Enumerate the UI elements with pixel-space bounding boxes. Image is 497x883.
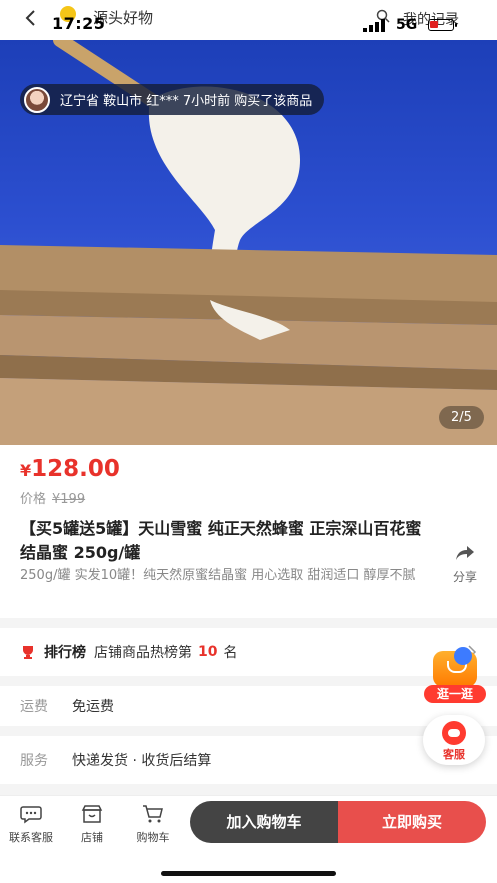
image-counter: 2/5 xyxy=(439,406,484,429)
service-label: 服务 xyxy=(20,753,48,769)
share-button[interactable]: 分享 xyxy=(447,544,483,585)
price-value: 128.00 xyxy=(31,456,120,482)
price-current: ¥128.00 xyxy=(20,456,120,482)
shipping-value: 免运费 xyxy=(72,699,114,715)
cart-icon xyxy=(143,805,163,823)
cart-button[interactable]: 购物车 xyxy=(130,804,176,845)
ranking-text-before: 店铺商品热榜第 xyxy=(94,645,192,661)
service-float-label: 客服 xyxy=(443,748,465,761)
network-type: 5G xyxy=(396,17,418,33)
currency-symbol: ¥ xyxy=(20,461,32,480)
store-icon xyxy=(81,805,103,823)
recent-buyer-notice: 辽宁省 鞍山市 红*** 7小时前 购买了该商品 xyxy=(20,84,325,115)
original-price: ¥199 xyxy=(52,492,86,507)
divider xyxy=(0,784,497,795)
store-button[interactable]: 店铺 xyxy=(74,804,110,845)
headset-icon xyxy=(442,721,466,745)
ranking-title: 排行榜 xyxy=(44,645,86,661)
shipping-label: 运费 xyxy=(20,699,48,715)
buy-now-button[interactable]: 立即购买 xyxy=(338,801,486,843)
ranking-text-after: 名 xyxy=(223,645,238,661)
divider xyxy=(0,676,497,686)
shipping-row: 运费 免运费 xyxy=(0,686,497,726)
bottom-action-bar: 联系客服 店铺 购物车 加入购物车 立即购买 xyxy=(0,795,497,883)
add-to-cart-button[interactable]: 加入购物车 xyxy=(190,801,338,843)
bubble-icon xyxy=(454,647,472,665)
buyer-notice-text: 辽宁省 鞍山市 红*** 7小时前 购买了该商品 xyxy=(60,94,313,109)
status-time: 17:25 xyxy=(52,14,106,33)
browse-label: 逛一逛 xyxy=(424,685,486,703)
product-title: 【买5罐送5罐】天山雪蜜 纯正天然蜂蜜 正宗深山百花蜜结晶蜜 250g/罐 xyxy=(20,519,422,562)
back-arrow-icon[interactable] xyxy=(20,7,42,29)
ranking-number: 10 xyxy=(198,644,218,660)
divider xyxy=(0,618,497,628)
signal-icon xyxy=(363,19,385,32)
share-label: 分享 xyxy=(452,570,477,584)
chat-bubble-icon xyxy=(20,806,42,824)
trophy-icon xyxy=(23,646,33,659)
avatar xyxy=(24,86,50,113)
product-image-carousel[interactable]: 辽宁省 鞍山市 红*** 7小时前 购买了该商品 2/5 xyxy=(0,40,497,445)
top-bar: 源头好物 17:25 我的记录 5G xyxy=(0,0,497,40)
store-label: 店铺 xyxy=(81,831,103,844)
share-icon xyxy=(456,546,474,560)
home-indicator xyxy=(161,871,336,876)
service-value: 快递发货 · 收货后结算 xyxy=(72,753,212,769)
original-price-label: 价格 xyxy=(20,492,47,507)
customer-service-float-button[interactable]: 客服 xyxy=(423,715,485,765)
contact-service-label: 联系客服 xyxy=(9,831,53,844)
product-description: 250g/罐 实发10罐！纯天然原蜜结晶蜜 用心选取 甜润适口 醇厚不腻 xyxy=(20,568,416,583)
contact-service-button[interactable]: 联系客服 xyxy=(4,804,58,845)
battery-icon xyxy=(428,19,457,31)
browse-float-button[interactable]: 逛一逛 xyxy=(424,647,486,705)
ranking-row[interactable]: 排行榜 店铺商品热榜第 10 名 xyxy=(0,628,497,676)
cart-label: 购物车 xyxy=(136,831,170,844)
original-price-row: 价格 ¥199 xyxy=(20,488,85,507)
